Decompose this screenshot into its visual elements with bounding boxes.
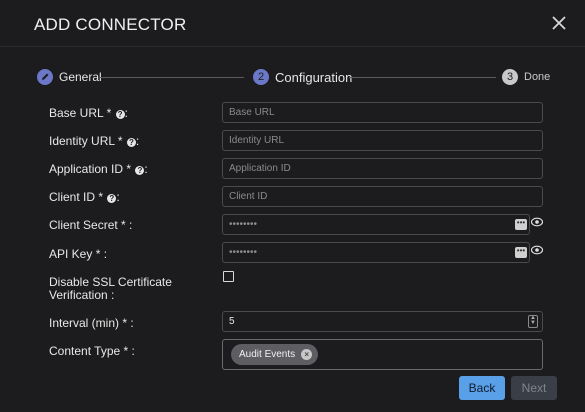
client-secret-input[interactable]: [223, 215, 529, 234]
application-id-field[interactable]: [222, 158, 543, 179]
step-done: 3 Done: [502, 68, 550, 86]
content-type-chip: Audit Events ×: [231, 344, 319, 365]
label-text: Application ID *: [49, 162, 135, 176]
identity-url-input[interactable]: [223, 131, 542, 150]
show-password-icon[interactable]: [531, 245, 543, 255]
base-url-label: Base URL * ?:: [49, 107, 128, 120]
dialog-header: ADD CONNECTOR: [0, 0, 585, 47]
api-key-field[interactable]: •••: [222, 242, 530, 263]
step-configuration: 2 Configuration: [253, 68, 352, 86]
identity-url-field[interactable]: [222, 130, 543, 151]
content-type-select[interactable]: Audit Events ×: [222, 339, 543, 370]
base-url-input[interactable]: [223, 103, 542, 122]
step-label: General: [59, 70, 102, 84]
remove-chip-icon[interactable]: ×: [301, 349, 313, 360]
disable-ssl-label: Disable SSL Certificate Verification :: [49, 276, 172, 302]
label-text: Identity URL *: [49, 134, 126, 148]
base-url-field[interactable]: [222, 102, 543, 123]
step-connector: [99, 77, 244, 78]
identity-url-label: Identity URL * ?:: [49, 135, 139, 148]
interval-label: Interval (min) * :: [49, 316, 134, 330]
client-id-input[interactable]: [223, 187, 542, 206]
label-suffix: :: [144, 162, 148, 176]
application-id-label: Application ID * ?:: [49, 163, 148, 176]
next-button[interactable]: Next: [511, 376, 557, 400]
step-general: General: [37, 68, 102, 86]
dialog-title: ADD CONNECTOR: [34, 15, 187, 34]
client-id-label: Client ID * ?:: [49, 191, 120, 204]
back-button[interactable]: Back: [459, 376, 505, 400]
password-manager-icon[interactable]: •••: [515, 219, 527, 230]
label-suffix: :: [124, 106, 128, 120]
client-id-field[interactable]: [222, 186, 543, 207]
step-connector: [349, 77, 496, 78]
step-number: 2: [253, 69, 269, 85]
client-secret-field[interactable]: •••: [222, 214, 530, 235]
step-number: 3: [502, 69, 518, 85]
label-suffix: :: [116, 190, 120, 204]
disable-ssl-checkbox[interactable]: [223, 271, 234, 282]
help-icon[interactable]: ?: [107, 194, 117, 203]
chip-label: Audit Events: [239, 349, 296, 360]
label-line: Verification :: [49, 288, 115, 302]
step-label: Configuration: [275, 69, 353, 85]
interval-input[interactable]: [223, 312, 542, 331]
help-icon[interactable]: ?: [115, 110, 125, 119]
application-id-input[interactable]: [223, 159, 542, 178]
close-icon[interactable]: [549, 13, 569, 33]
interval-field[interactable]: ▲▼: [222, 311, 543, 332]
label-text: Client ID *: [49, 190, 107, 204]
pencil-icon: [37, 69, 53, 85]
api-key-label: API Key * :: [49, 247, 108, 261]
api-key-input[interactable]: [223, 243, 529, 262]
stepper-arrows-icon[interactable]: ▲ ▼: [528, 315, 538, 328]
password-manager-icon[interactable]: •••: [515, 247, 527, 258]
content-type-label: Content Type * :: [49, 344, 135, 358]
label-suffix: :: [135, 134, 140, 148]
client-secret-label: Client Secret * :: [49, 218, 133, 232]
help-icon[interactable]: ?: [126, 138, 136, 147]
show-password-icon[interactable]: [531, 217, 543, 227]
step-label: Done: [524, 71, 551, 83]
label-text: Base URL *: [49, 106, 115, 120]
